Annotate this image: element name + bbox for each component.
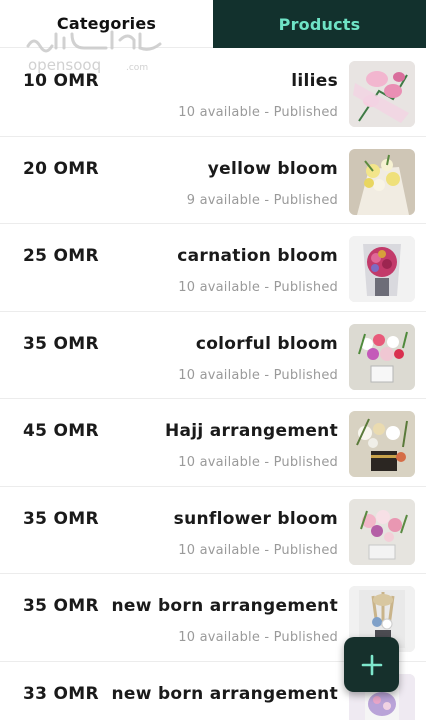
add-product-button[interactable]: [344, 637, 399, 692]
product-status: 9 available - Published: [186, 192, 338, 208]
product-row[interactable]: 20 OMR yellow bloom 9 available - Publis…: [0, 137, 426, 224]
product-status: 10 available - Published: [178, 542, 338, 558]
product-list: 10 OMR lilies 10 available - Published 2…: [0, 49, 426, 720]
product-name: colorful bloom: [195, 333, 338, 354]
product-name: yellow bloom: [207, 158, 338, 179]
product-name: Hajj arrangement: [164, 421, 338, 441]
product-price: 20 OMR: [23, 158, 99, 179]
product-price: 25 OMR: [23, 246, 99, 266]
product-thumbnail: [349, 61, 415, 127]
product-row[interactable]: 45 OMR Hajj arrangement 10 available - P…: [0, 399, 426, 487]
product-thumbnail: [349, 323, 415, 390]
product-price: 10 OMR: [23, 71, 99, 91]
product-name: carnation bloom: [177, 246, 338, 266]
product-thumbnail: [349, 498, 415, 565]
product-row[interactable]: 10 OMR lilies 10 available - Published: [0, 49, 426, 137]
product-price: 35 OMR: [23, 596, 99, 616]
product-status: 10 available - Published: [178, 455, 338, 470]
tab-products[interactable]: Products: [213, 0, 426, 48]
product-status: 10 available - Published: [178, 630, 338, 645]
product-thumbnail: [349, 411, 415, 477]
product-price: 33 OMR: [23, 683, 99, 704]
product-row[interactable]: 25 OMR carnation bloom 10 available - Pu…: [0, 224, 426, 312]
tab-categories[interactable]: Categories: [0, 0, 213, 48]
product-price: 35 OMR: [23, 508, 99, 529]
product-row[interactable]: 35 OMR sunflower bloom 10 available - Pu…: [0, 487, 426, 574]
product-name: new born arrangement: [111, 683, 338, 704]
product-price: 35 OMR: [23, 333, 99, 354]
product-name: lilies: [291, 71, 338, 91]
plus-icon: [361, 654, 382, 675]
product-status: 10 available - Published: [178, 367, 338, 383]
product-status: 10 available - Published: [178, 280, 338, 295]
product-status: 10 available - Published: [178, 105, 338, 120]
product-name: sunflower bloom: [173, 508, 338, 529]
product-name: new born arrangement: [111, 596, 338, 616]
tab-bar: Categories Products: [0, 0, 426, 48]
product-thumbnail: [349, 148, 415, 215]
product-row[interactable]: 35 OMR colorful bloom 10 available - Pub…: [0, 312, 426, 399]
product-thumbnail: [349, 236, 415, 302]
product-price: 45 OMR: [23, 421, 99, 441]
